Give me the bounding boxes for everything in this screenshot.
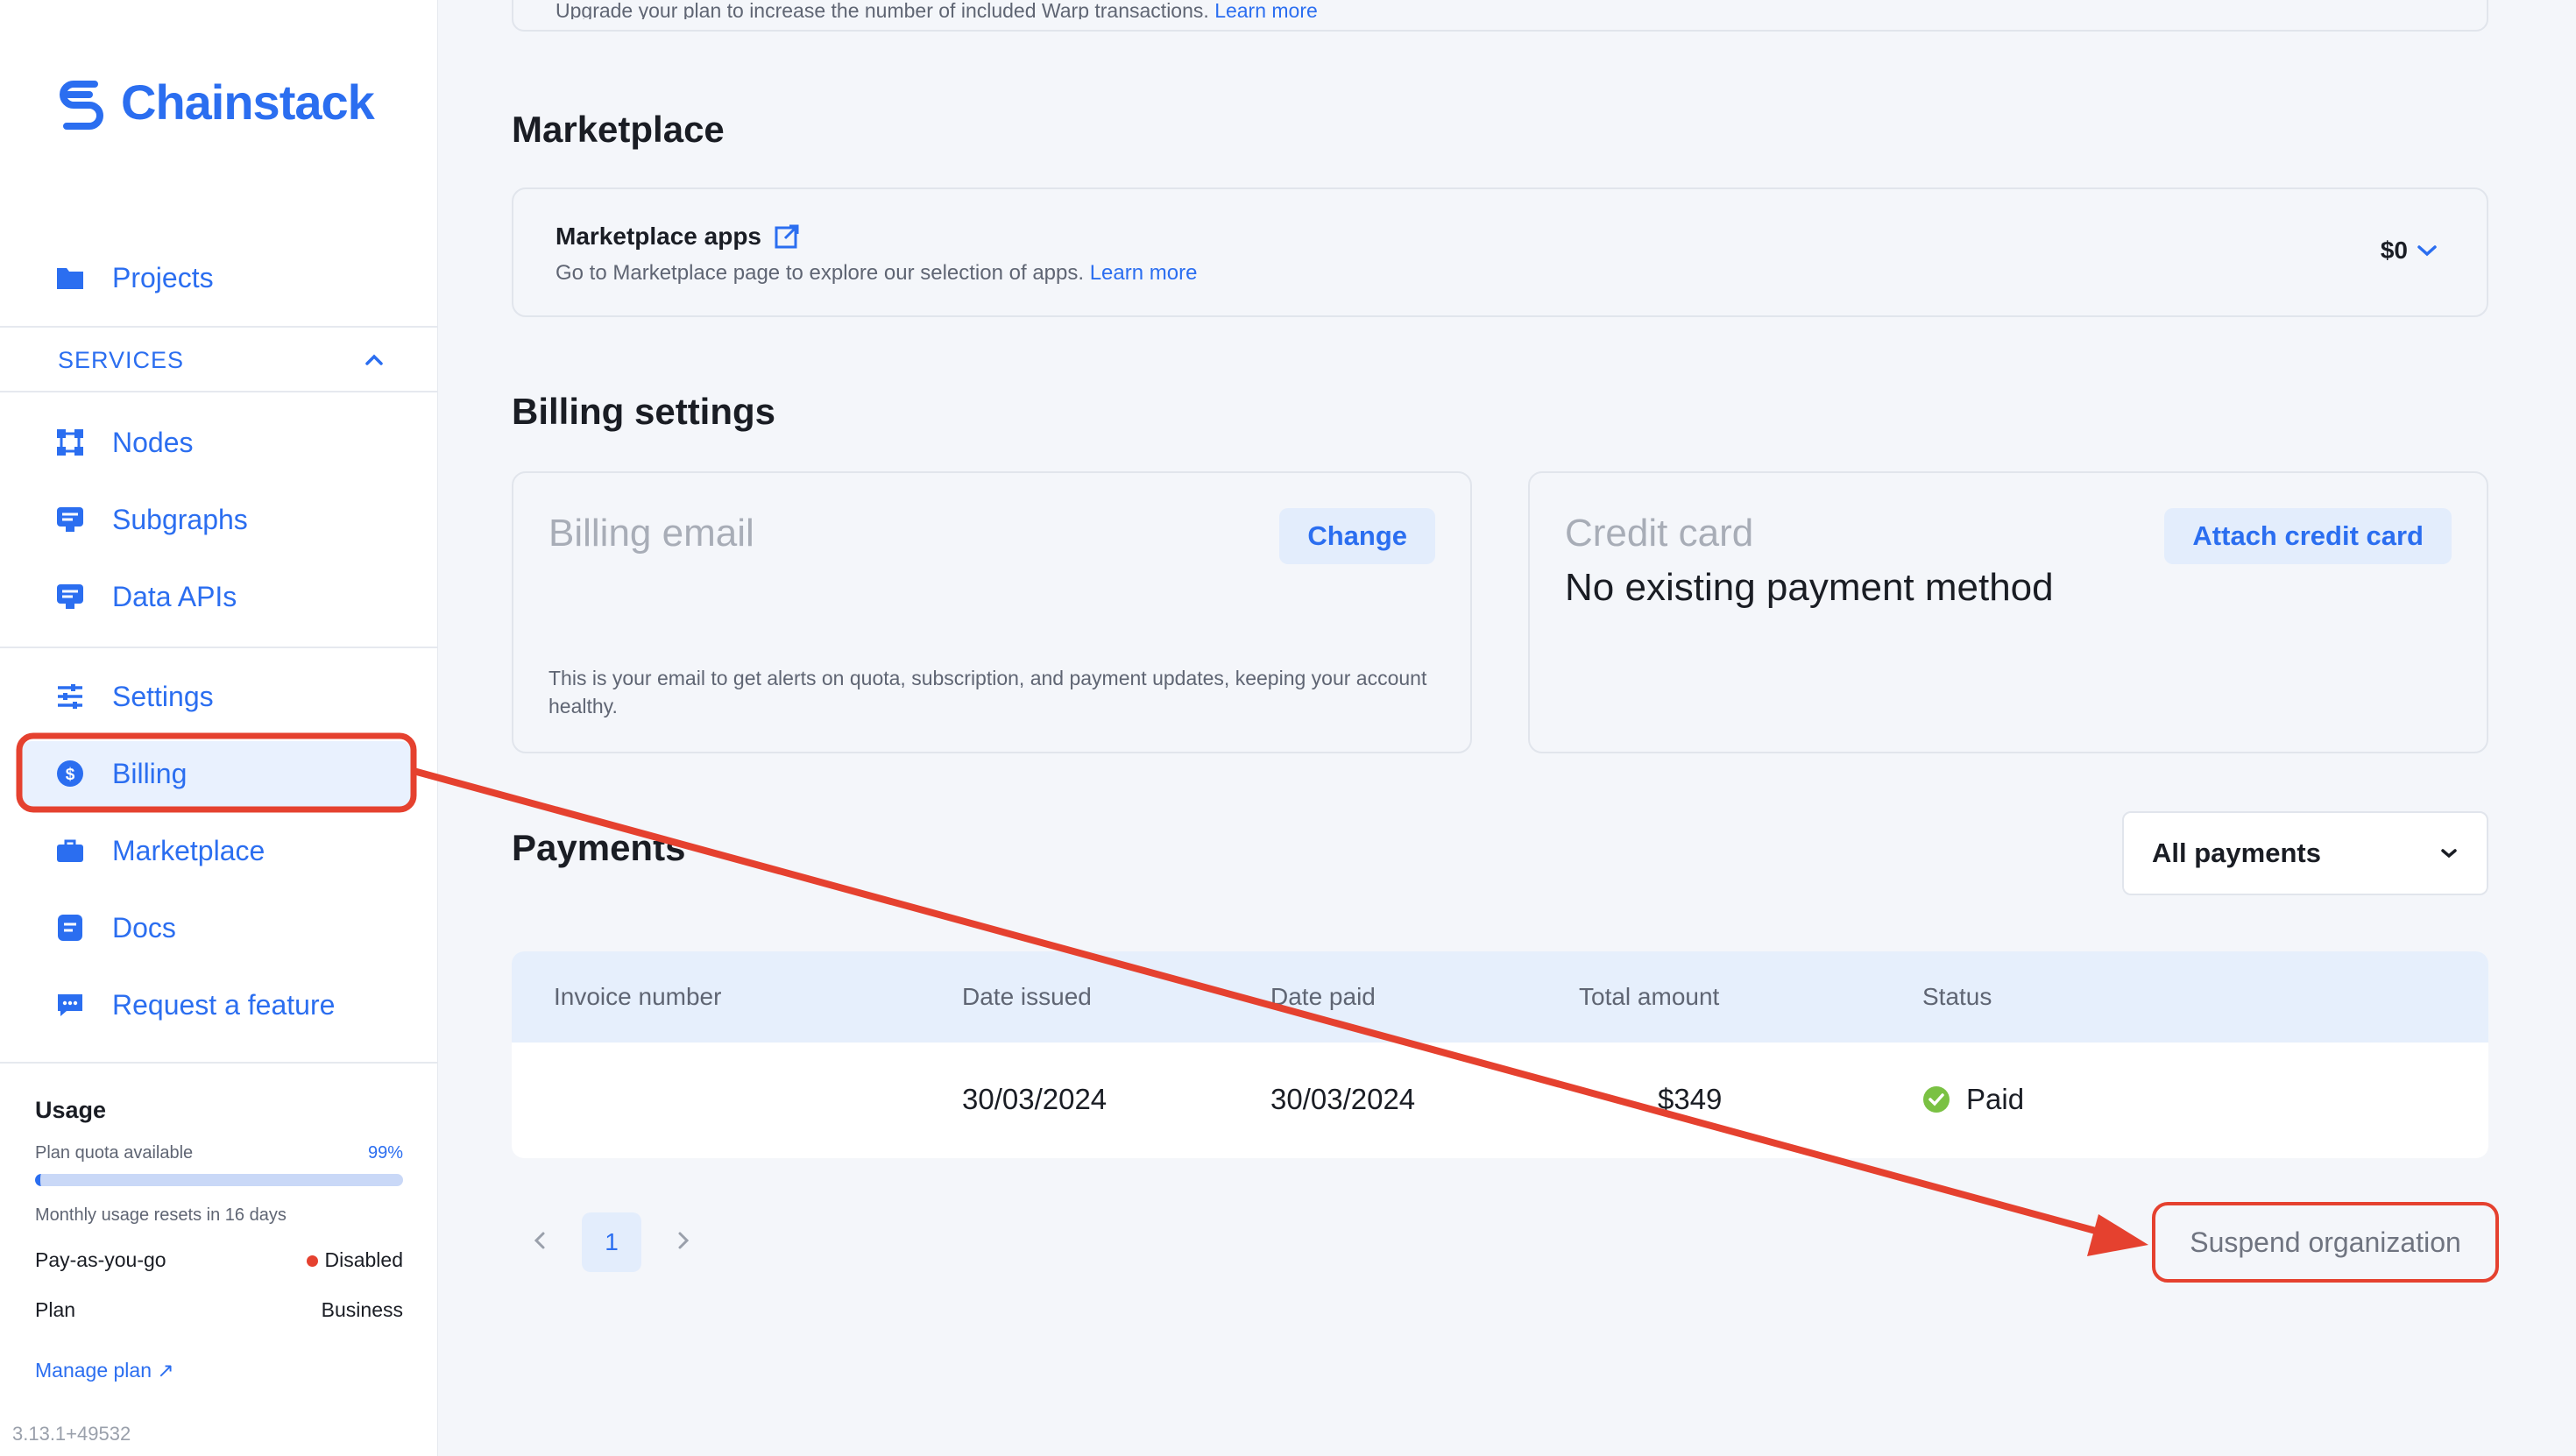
sidebar-item-label: Marketplace — [112, 834, 265, 866]
folder-icon — [54, 262, 86, 293]
sidebar-item-nodes[interactable]: Nodes — [0, 407, 438, 477]
marketplace-apps-title: Marketplace apps — [556, 223, 761, 250]
services-section-toggle[interactable]: SERVICES — [0, 328, 438, 392]
billing-settings-title: Billing settings — [512, 391, 776, 432]
credit-card-label: Credit card — [1565, 512, 1754, 555]
sidebar-item-label: Projects — [112, 261, 214, 293]
sidebar-item-data-apis[interactable]: Data APIs — [0, 562, 438, 632]
suspend-organization-button[interactable]: Suspend organization — [2152, 1202, 2499, 1283]
column-header-date-issued: Date issued — [962, 983, 1092, 1010]
docs-icon — [54, 912, 86, 944]
services-label: SERVICES — [58, 346, 185, 373]
marketplace-price-dropdown[interactable]: $0 — [2381, 237, 2438, 265]
marketplace-section-title: Marketplace — [512, 109, 725, 150]
brand-name: Chainstack — [121, 74, 375, 130]
column-header-date-paid: Date paid — [1270, 983, 1376, 1010]
sidebar-item-docs[interactable]: Docs — [0, 893, 438, 963]
payments-filter-select[interactable]: All payments — [2122, 811, 2488, 895]
quota-progress-bar — [35, 1174, 403, 1186]
manage-plan-link[interactable]: Manage plan ↗ — [35, 1359, 403, 1382]
sidebar-item-label: Subgraphs — [112, 503, 248, 535]
column-header-status: Status — [1922, 983, 1992, 1010]
payg-value: Disabled — [324, 1248, 404, 1271]
warp-upgrade-text: Upgrade your plan to increase the number… — [556, 2, 1209, 19]
quota-progress-fill — [35, 1174, 400, 1186]
marketplace-apps-card: Marketplace apps Go to Marketplace page … — [512, 187, 2488, 317]
column-header-total-amount: Total amount — [1579, 983, 1720, 1010]
sidebar-item-marketplace[interactable]: Marketplace — [0, 816, 438, 886]
marketplace-price: $0 — [2380, 237, 2408, 264]
divider — [0, 1062, 438, 1064]
chevron-left-icon — [534, 1232, 545, 1249]
warp-learn-more-link[interactable]: Learn more — [1214, 2, 1318, 19]
svg-text:$: $ — [66, 766, 75, 784]
chainstack-logo-icon — [60, 80, 103, 130]
chat-bubble-icon — [54, 989, 86, 1021]
date-paid-cell: 30/03/2024 — [1270, 1083, 1416, 1115]
payments-table: Invoice number Date issued Date paid Tot… — [512, 951, 2488, 1158]
pagination-prev-button[interactable] — [519, 1219, 561, 1262]
quota-label: Plan quota available — [35, 1143, 194, 1163]
usage-title: Usage — [35, 1097, 107, 1123]
change-email-button[interactable]: Change — [1279, 508, 1435, 564]
sidebar-item-settings[interactable]: Settings — [0, 661, 438, 732]
subgraphs-icon — [54, 504, 86, 535]
pagination-page-1[interactable]: 1 — [582, 1212, 641, 1272]
sidebar-item-label: Nodes — [112, 426, 194, 458]
payg-label: Pay-as-you-go — [35, 1248, 166, 1271]
total-amount-cell: $349 — [1658, 1083, 1723, 1115]
sidebar-item-projects[interactable]: Projects — [0, 243, 438, 313]
date-issued-cell: 30/03/2024 — [962, 1083, 1108, 1115]
external-link-icon[interactable] — [774, 223, 800, 250]
payments-filter-value: All payments — [2152, 838, 2321, 868]
sidebar-item-request-feature[interactable]: Request a feature — [0, 970, 438, 1040]
column-header-invoice: Invoice number — [554, 983, 722, 1010]
credit-card-card: Credit card Attach credit card No existi… — [1528, 471, 2488, 753]
warp-transactions-card: Upgrade your plan to increase the number… — [512, 0, 2488, 32]
sidebar-item-subgraphs[interactable]: Subgraphs — [0, 484, 438, 555]
sidebar-item-label: Settings — [112, 680, 214, 712]
plan-value: Business — [321, 1298, 403, 1321]
settings-sliders-icon — [54, 681, 86, 712]
status-badge: Paid — [1966, 1083, 2025, 1115]
usage-reset-text: Monthly usage resets in 16 days — [35, 1205, 287, 1225]
marketplace-apps-description: Go to Marketplace page to explore our se… — [556, 261, 1085, 285]
dollar-circle-icon: $ — [54, 758, 86, 789]
divider — [0, 647, 438, 648]
payments-title: Payments — [512, 827, 686, 868]
sidebar-item-label: Billing — [112, 757, 188, 789]
usage-panel: Usage Plan quota available 99% Monthly u… — [35, 1097, 403, 1382]
attach-credit-card-button[interactable]: Attach credit card — [2164, 508, 2452, 564]
sidebar: Chainstack Projects SERVICES Nodes Subgr… — [0, 0, 438, 1456]
chevron-down-icon — [2441, 849, 2457, 859]
sidebar-item-billing[interactable]: $ Billing — [0, 739, 438, 809]
table-header: Invoice number Date issued Date paid Tot… — [512, 951, 2488, 1043]
billing-email-card: Billing email Change This is your email … — [512, 471, 1472, 753]
data-apis-icon — [54, 581, 86, 612]
quota-percent: 99% — [367, 1143, 403, 1163]
divider — [0, 391, 438, 392]
billing-email-label: Billing email — [548, 512, 754, 555]
disabled-status-dot — [306, 1255, 318, 1268]
no-payment-method-text: No existing payment method — [1565, 566, 2054, 609]
sidebar-item-label: Request a feature — [112, 988, 336, 1021]
pagination-next-button[interactable] — [662, 1219, 704, 1262]
plan-label: Plan — [35, 1298, 76, 1321]
billing-email-help: This is your email to get alerts on quot… — [548, 667, 1427, 717]
nodes-icon — [54, 427, 86, 458]
sidebar-item-label: Docs — [112, 911, 176, 944]
check-circle-icon — [1923, 1086, 1950, 1113]
main-content: Upgrade your plan to increase the number… — [438, 0, 2576, 1456]
sidebar-item-label: Data APIs — [112, 580, 237, 612]
chevron-down-icon — [2417, 245, 2437, 257]
chainstack-logo[interactable]: Chainstack — [54, 74, 375, 131]
marketplace-learn-more-link[interactable]: Learn more — [1090, 261, 1198, 285]
app-version: 3.13.1+49532 — [12, 1423, 131, 1445]
chevron-right-icon — [678, 1232, 690, 1249]
chevron-up-icon — [365, 354, 383, 365]
briefcase-icon — [54, 835, 86, 866]
